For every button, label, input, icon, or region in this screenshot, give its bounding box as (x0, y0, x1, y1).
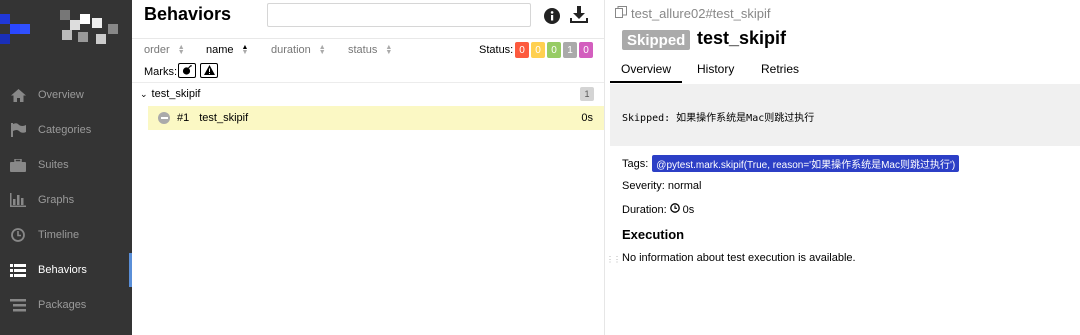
sidebar-item-label: Graphs (38, 194, 75, 206)
sort-order[interactable]: order ▲ ▼ (144, 44, 185, 56)
clock-icon (669, 203, 680, 216)
tree-group[interactable]: ⌄ test_skipif (132, 84, 604, 104)
duration-row: Duration: 0s (622, 203, 694, 216)
info-icon[interactable] (544, 8, 560, 27)
tab-history[interactable]: History (697, 62, 734, 76)
packages-icon (10, 297, 26, 313)
sidebar-item-label: Packages (38, 299, 87, 311)
execution-heading: Execution (622, 227, 685, 242)
sidebar: Overview Categories Suites Graphs Timeli… (0, 0, 132, 335)
tags-label: Tags: (622, 157, 649, 170)
case-duration: 0s (581, 112, 593, 124)
test-title: test_skipif (697, 28, 787, 48)
severity: Severity: normal (622, 180, 702, 192)
sort-icon: ▲ ▼ (241, 44, 249, 56)
search-input[interactable] (267, 3, 531, 27)
breadcrumb[interactable]: test_allure02#test_skipif (615, 6, 770, 21)
tags-row: Tags: @pytest.mark.skipif(True, reason='… (622, 155, 960, 172)
test-detail-pane: test_allure02#test_skipif Skipped test_s… (610, 0, 1080, 335)
column-label: status (348, 44, 378, 56)
duration-label: Duration: (622, 203, 667, 216)
breadcrumb-text: test_allure02#test_skipif (631, 6, 771, 21)
status-filter-label: Status: (479, 44, 514, 56)
behaviors-pane: Behaviors order ▲ ▼ name ▲ ▼ duration ▲ ▼ s… (132, 0, 604, 335)
list-icon (10, 262, 26, 278)
sidebar-item-label: Suites (38, 159, 69, 171)
column-label: order (144, 44, 170, 56)
sidebar-item-packages[interactable]: Packages (0, 288, 132, 322)
divider (132, 82, 604, 83)
group-count-badge: 1 (580, 87, 594, 101)
tab-retries[interactable]: Retries (761, 62, 799, 76)
sidebar-item-suites[interactable]: Suites (0, 148, 132, 182)
skip-message: Skipped: 如果操作系统是Mac则跳过执行 (622, 113, 815, 124)
status-failed-counter[interactable]: 0 (515, 42, 529, 58)
sidebar-item-graphs[interactable]: Graphs (0, 183, 132, 217)
bomb-icon (182, 64, 192, 78)
briefcase-icon (10, 157, 26, 173)
allure-logo[interactable] (0, 0, 132, 60)
download-icon[interactable] (570, 6, 588, 27)
sidebar-item-label: Overview (38, 89, 84, 101)
column-label: name (206, 44, 234, 56)
sidebar-item-categories[interactable]: Categories (0, 113, 132, 147)
marks-label: Marks: (144, 66, 177, 78)
sort-status[interactable]: status ▲ ▼ (348, 44, 392, 56)
copy-icon[interactable] (615, 6, 627, 21)
group-name: test_skipif (151, 88, 201, 100)
status-unknown-counter[interactable]: 0 (579, 42, 593, 58)
sidebar-item-timeline[interactable]: Timeline (0, 218, 132, 252)
status-broken-counter[interactable]: 0 (531, 42, 545, 58)
status-skipped-counter[interactable]: 1 (563, 42, 577, 58)
chevron-down-icon: ⌄ (140, 88, 148, 99)
tag-chip: @pytest.mark.skipif(True, reason='如果操作系统… (652, 155, 960, 172)
active-tab-indicator (610, 81, 682, 83)
flaky-mark-toggle[interactable] (178, 63, 196, 78)
duration-value: 0s (682, 203, 695, 216)
sidebar-item-overview[interactable]: Overview (0, 78, 132, 112)
warning-icon (203, 64, 215, 78)
sidebar-item-label: Behaviors (38, 264, 87, 276)
test-case-row[interactable]: #1 test_skipif 0s (148, 106, 604, 130)
sidebar-item-label: Timeline (38, 229, 80, 241)
status-badge: Skipped (622, 30, 691, 50)
page-title: Behaviors (144, 4, 232, 24)
case-number: #1 (177, 112, 190, 124)
bar-chart-icon (10, 192, 26, 208)
new-failed-mark-toggle[interactable] (200, 63, 218, 78)
skipped-status-icon (158, 112, 170, 124)
header-divider (132, 38, 604, 39)
execution-info: No information about test execution is a… (622, 252, 856, 264)
sort-icon: ▲ ▼ (385, 44, 393, 56)
case-name: test_skipif (199, 112, 249, 124)
sort-name[interactable]: name ▲ ▼ (206, 44, 248, 56)
clock-icon (10, 227, 26, 243)
sidebar-item-label: Categories (38, 124, 92, 136)
sort-icon: ▲ ▼ (177, 44, 185, 56)
status-passed-counter[interactable]: 0 (547, 42, 561, 58)
home-icon (10, 87, 26, 103)
sort-duration[interactable]: duration ▲ ▼ (271, 44, 326, 56)
sort-icon: ▲ ▼ (318, 44, 326, 56)
column-label: duration (271, 44, 311, 56)
flag-icon (10, 122, 26, 138)
sidebar-item-behaviors[interactable]: Behaviors (0, 253, 132, 287)
tab-overview[interactable]: Overview (621, 62, 671, 76)
